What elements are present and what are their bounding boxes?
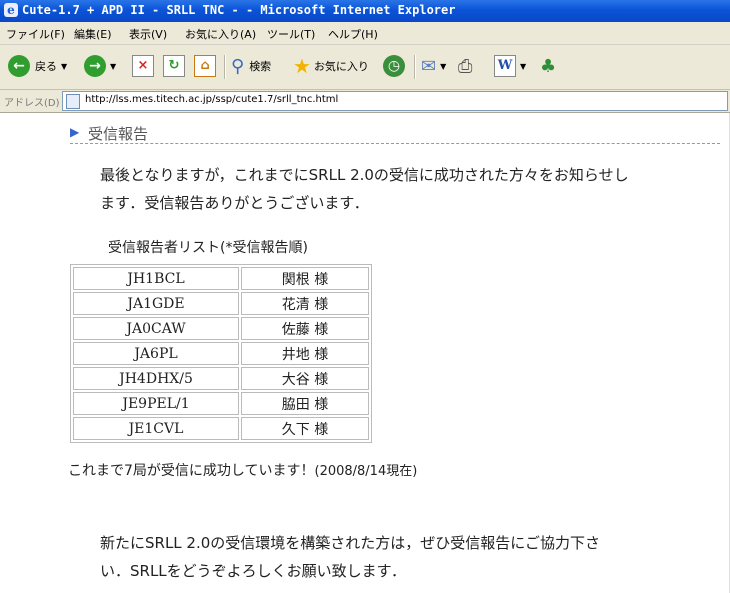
callsign-cell: JE1CVL	[73, 417, 239, 440]
messenger-button[interactable]: ♣	[540, 52, 556, 80]
page-icon	[66, 94, 80, 109]
chevron-down-icon: ▼	[61, 61, 68, 71]
toolbar: ← 戻る ▼ → ▼ × ↻ ⌂ ⚲ 検索 ★ お気に入り ◷ ✉ ▼ ⎙ W …	[0, 45, 730, 90]
table-row: JE1CVL 久下 様	[73, 417, 369, 440]
chevron-down-icon: ▼	[520, 61, 527, 71]
section-heading-text: 受信報告	[88, 125, 149, 143]
mail-icon: ✉	[421, 55, 437, 77]
reporters-table: JH1BCL 関根 様 JA1GDE 花清 様 JA0CAW 佐藤 様 JA6PL 井地…	[70, 264, 372, 443]
address-bar: アドレス(D) http://lss.mes.titech.ac.jp/ssp/…	[0, 90, 730, 113]
toolbar-separator	[224, 55, 226, 79]
ie-logo-icon: e	[4, 3, 18, 17]
callsign-cell: JH1BCL	[73, 267, 239, 290]
name-cell: 久下 様	[241, 417, 369, 440]
back-arrow-icon: ←	[8, 55, 30, 77]
toolbar-separator	[414, 55, 416, 79]
bullet-triangle-icon: ▶	[70, 125, 80, 139]
search-button[interactable]: ⚲ 検索	[231, 52, 271, 80]
name-cell: 脇田 様	[241, 392, 369, 415]
table-row: JA0CAW 佐藤 様	[73, 317, 369, 340]
stop-button[interactable]: ×	[132, 52, 154, 80]
name-cell: 大谷 様	[241, 367, 369, 390]
status-line: これまで7局が受信に成功しています！(2008/8/14現在)	[68, 460, 417, 480]
closing-line: 新たにSRLL 2.0の受信環境を構築された方は，ぜひ受信報告にご協力下さ	[100, 534, 600, 552]
address-url[interactable]: http://lss.mes.titech.ac.jp/ssp/cute1.7/…	[85, 94, 338, 105]
menu-file[interactable]: ファイル(F)	[6, 26, 65, 42]
table-row: JH4DHX/5 大谷 様	[73, 367, 369, 390]
menu-bar: ファイル(F) 編集(E) 表示(V) お気に入り(A) ツール(T) ヘルプ(…	[0, 22, 730, 45]
menu-tools[interactable]: ツール(T)	[267, 26, 315, 42]
chevron-down-icon: ▼	[110, 61, 117, 71]
chevron-down-icon: ▼	[440, 61, 447, 71]
address-input[interactable]: http://lss.mes.titech.ac.jp/ssp/cute1.7/…	[62, 91, 728, 111]
word-icon: W	[494, 55, 516, 77]
back-label: 戻る	[35, 60, 57, 73]
history-icon: ◷	[383, 55, 405, 77]
callsign-cell: JA1GDE	[73, 292, 239, 315]
refresh-button[interactable]: ↻	[163, 52, 185, 80]
name-cell: 井地 様	[241, 342, 369, 365]
table-row: JH1BCL 関根 様	[73, 267, 369, 290]
name-cell: 佐藤 様	[241, 317, 369, 340]
menu-edit[interactable]: 編集(E)	[74, 26, 112, 42]
menu-help[interactable]: ヘルプ(H)	[328, 26, 378, 42]
stop-icon: ×	[132, 55, 154, 77]
table-row: JE9PEL/1 脇田 様	[73, 392, 369, 415]
menu-view[interactable]: 表示(V)	[129, 26, 167, 42]
refresh-icon: ↻	[163, 55, 185, 77]
back-button[interactable]: ← 戻る ▼	[8, 52, 67, 80]
name-cell: 花清 様	[241, 292, 369, 315]
intro-paragraph: 最後となりますが，これまでにSRLL 2.0の受信に成功された方々をお知らせし …	[100, 161, 700, 217]
search-label: 検索	[249, 60, 272, 73]
name-cell: 関根 様	[241, 267, 369, 290]
forward-arrow-icon: →	[84, 55, 106, 77]
list-caption: 受信報告者リスト(*受信報告順)	[108, 240, 308, 256]
table-row: JA6PL 井地 様	[73, 342, 369, 365]
printer-icon: ⎙	[458, 55, 473, 77]
table-row: JA1GDE 花清 様	[73, 292, 369, 315]
favorites-label: お気に入り	[313, 60, 369, 73]
intro-line: 最後となりますが，これまでにSRLL 2.0の受信に成功された方々をお知らせし	[100, 166, 629, 184]
search-icon: ⚲	[231, 55, 245, 77]
closing-paragraph: 新たにSRLL 2.0の受信環境を構築された方は，ぜひ受信報告にご協力下さ い．…	[100, 529, 700, 585]
intro-line: ます．受信報告ありがとうございます．	[100, 194, 369, 212]
status-date: (2008/8/14現在)	[314, 464, 418, 479]
home-button[interactable]: ⌂	[194, 52, 216, 80]
favorites-button[interactable]: ★ お気に入り	[293, 52, 369, 80]
window-title: Cute-1.7 + APD II - SRLL TNC - - Microso…	[22, 3, 456, 17]
address-label: アドレス(D)	[4, 98, 60, 109]
edit-button[interactable]: W ▼	[494, 52, 526, 80]
callsign-cell: JA0CAW	[73, 317, 239, 340]
print-button[interactable]: ⎙	[458, 52, 472, 80]
closing-line: い．SRLLをどうぞよろしくお願い致します．	[100, 562, 407, 580]
home-icon: ⌂	[194, 55, 216, 77]
messenger-icon: ♣	[540, 55, 557, 77]
callsign-cell: JE9PEL/1	[73, 392, 239, 415]
forward-button[interactable]: → ▼	[84, 52, 116, 80]
window-titlebar: e Cute-1.7 + APD II - SRLL TNC - - Micro…	[0, 0, 730, 22]
star-icon: ★	[293, 54, 311, 78]
menu-favorites[interactable]: お気に入り(A)	[185, 26, 256, 42]
callsign-cell: JA6PL	[73, 342, 239, 365]
callsign-cell: JH4DHX/5	[73, 367, 239, 390]
section-heading: ▶ 受信報告	[70, 123, 720, 144]
status-text: これまで7局が受信に成功しています！	[68, 463, 315, 479]
history-button[interactable]: ◷	[383, 52, 405, 80]
page-content: ▶ 受信報告 最後となりますが，これまでにSRLL 2.0の受信に成功された方々…	[0, 113, 730, 593]
mail-button[interactable]: ✉ ▼	[421, 52, 446, 80]
